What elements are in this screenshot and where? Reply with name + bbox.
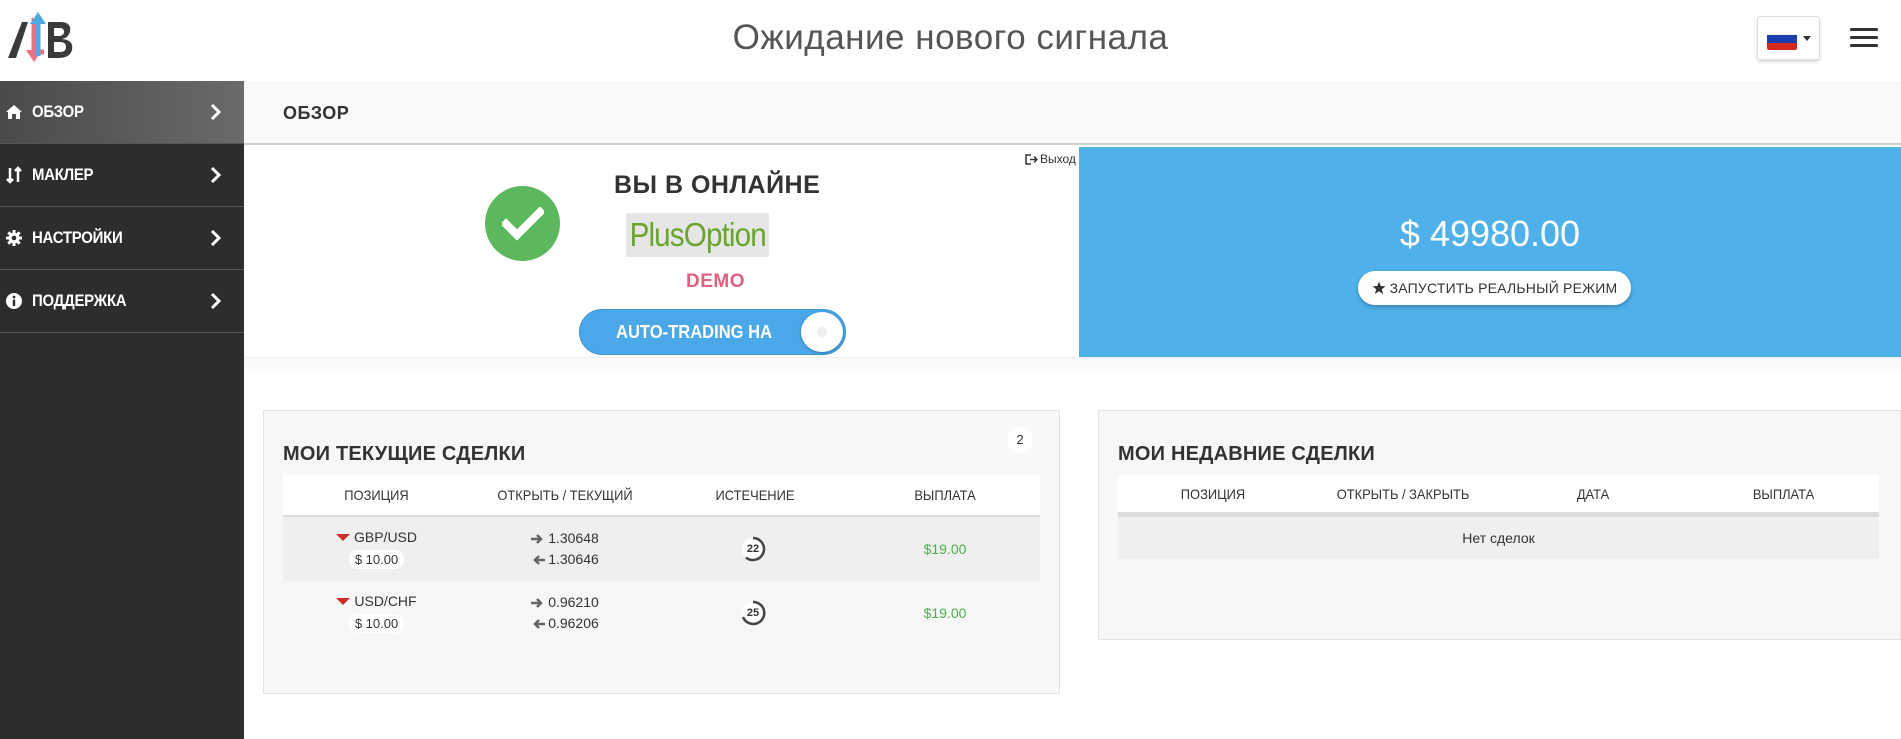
- breadcrumb-title: ОБЗОР: [283, 103, 350, 123]
- auto-trading-label: AUTO-TRADING НА: [616, 321, 773, 342]
- table-header: ПОЗИЦИЯ ОТКРЫТЬ / ЗАКРЫТЬ ДАТА ВЫПЛАТА: [1118, 475, 1879, 517]
- top-header: Ожидание нового сигнала: [0, 0, 1901, 81]
- column-header: ВЫПЛАТА: [914, 487, 976, 503]
- column-header: ДАТА: [1576, 485, 1610, 502]
- online-status-panel: ВЫ В ОНЛАЙНЕ PlusOption DEMO AUTO-TRADIN…: [244, 147, 1079, 357]
- caret-down-icon: [1803, 36, 1811, 41]
- start-real-mode-button[interactable]: ЗАПУСТИТЬ РЕАЛЬНЫЙ РЕЖИМ: [1358, 271, 1631, 305]
- current-trades-table: ПОЗИЦИЯ ОТКРЫТЬ / ТЕКУЩИЙ ИСТЕЧЕНИЕ ВЫПЛ…: [283, 475, 1040, 645]
- balance-amount: $ 49980.00: [1399, 213, 1581, 254]
- open-current-cell: 0.96210 0.96206: [470, 592, 660, 634]
- expiry-timer: 25: [740, 598, 770, 628]
- payout-value: $19.00: [923, 541, 967, 557]
- toggle-knob[interactable]: [801, 312, 843, 352]
- open-rate: 1.30648: [548, 530, 599, 546]
- current-rate: 0.96206: [548, 615, 599, 631]
- trade-count-badge: 2: [1007, 427, 1033, 453]
- column-header: ОТКРЫТЬ / ТЕКУЩИЙ: [497, 487, 633, 503]
- current-rate: 1.30646: [548, 551, 599, 567]
- open-current-cell: 1.30648 1.30646: [470, 528, 660, 570]
- open-rate: 0.96210: [548, 594, 599, 610]
- account-type-label: DEMO: [686, 271, 745, 292]
- arrow-left-icon: [533, 618, 546, 629]
- section-divider: [244, 357, 1901, 369]
- broker-logo-text: PlusOption: [629, 216, 766, 253]
- page-title: Ожидание нового сигнала: [732, 18, 1169, 57]
- auto-trading-toggle[interactable]: AUTO-TRADING НА: [579, 309, 846, 355]
- sidebar-item-label: НАСТРОЙКИ: [32, 228, 123, 247]
- sidebar: ОБЗОР МАКЛЕР НАСТРОЙКИ ПОДДЕРЖКА: [0, 81, 244, 739]
- current-trades-title: МОИ ТЕКУЩИЕ СДЕЛКИ: [283, 443, 526, 465]
- trade-amount: $ 10.00: [348, 550, 405, 569]
- check-icon: [485, 186, 560, 261]
- balance-panel: $ 49980.00 ЗАПУСТИТЬ РЕАЛЬНЫЙ РЕЖИМ: [1079, 147, 1901, 357]
- star-icon: [1372, 281, 1386, 294]
- expiry-cell: 25: [660, 598, 850, 628]
- recent-trades-table: ПОЗИЦИЯ ОТКРЫТЬ / ЗАКРЫТЬ ДАТА ВЫПЛАТА Н…: [1118, 475, 1879, 559]
- sidebar-item-label: ПОДДЕРЖКА: [32, 291, 127, 310]
- chevron-right-icon: [210, 103, 222, 121]
- chevron-right-icon: [210, 292, 222, 310]
- table-header: ПОЗИЦИЯ ОТКРЫТЬ / ТЕКУЩИЙ ИСТЕЧЕНИЕ ВЫПЛ…: [283, 475, 1040, 517]
- recent-trades-title: МОИ НЕДАВНИЕ СДЕЛКИ: [1118, 443, 1375, 465]
- direction-down-icon: [335, 533, 350, 541]
- position-cell: USD/CHF $ 10.00: [283, 593, 470, 633]
- expiry-seconds: 25: [746, 607, 760, 619]
- start-real-mode-label: ЗАПУСТИТЬ РЕАЛЬНЫЙ РЕЖИМ: [1389, 280, 1618, 296]
- home-icon: [4, 102, 24, 122]
- currency-pair: USD/CHF: [354, 593, 417, 609]
- sidebar-item-label: ОБЗОР: [32, 102, 84, 121]
- info-icon: [4, 291, 24, 311]
- column-header: ПОЗИЦИЯ: [344, 487, 409, 503]
- currency-pair: GBP/USD: [353, 529, 417, 545]
- trade-amount: $ 10.00: [348, 614, 405, 633]
- sort-arrows-icon: [4, 165, 24, 185]
- column-header: ПОЗИЦИЯ: [1180, 485, 1246, 502]
- arrow-left-icon: [533, 554, 546, 565]
- broker-logo: PlusOption: [626, 213, 769, 257]
- column-header: ОТКРЫТЬ / ЗАКРЫТЬ: [1336, 485, 1470, 502]
- russia-flag-icon: [1767, 28, 1797, 50]
- arrow-right-icon: [531, 597, 543, 608]
- hamburger-icon[interactable]: [1850, 28, 1878, 48]
- payout-value: $19.00: [923, 605, 967, 621]
- position-cell: GBP/USD $ 10.00: [283, 529, 470, 569]
- chevron-right-icon: [210, 229, 222, 247]
- empty-trades-message: Нет сделок: [1118, 517, 1879, 559]
- column-header: ВЫПЛАТА: [1752, 485, 1815, 502]
- chevron-right-icon: [210, 166, 222, 184]
- sidebar-item-support[interactable]: ПОДДЕРЖКА: [0, 270, 244, 333]
- column-header: ИСТЕЧЕНИЕ: [715, 487, 795, 503]
- sidebar-item-settings[interactable]: НАСТРОЙКИ: [0, 207, 244, 270]
- direction-down-icon: [336, 597, 351, 605]
- arrow-right-icon: [531, 533, 543, 544]
- table-row[interactable]: GBP/USD $ 10.00 1.30648 1.30646 22 $19.0…: [283, 517, 1040, 581]
- sidebar-item-label: МАКЛЕР: [32, 165, 94, 184]
- expiry-seconds: 22: [746, 543, 760, 555]
- table-row[interactable]: USD/CHF $ 10.00 0.96210 0.96206 25 $19.0…: [283, 581, 1040, 645]
- breadcrumb: ОБЗОР: [244, 81, 1901, 145]
- expiry-timer: 22: [740, 534, 770, 564]
- sidebar-item-broker[interactable]: МАКЛЕР: [0, 144, 244, 207]
- logout-link[interactable]: Выход: [1025, 152, 1076, 166]
- expiry-cell: 22: [660, 534, 850, 564]
- logout-label: Выход: [1040, 152, 1076, 166]
- current-trades-panel: МОИ ТЕКУЩИЕ СДЕЛКИ 2 ПОЗИЦИЯ ОТКРЫТЬ / Т…: [263, 410, 1060, 694]
- language-selector[interactable]: [1757, 16, 1820, 60]
- sidebar-item-overview[interactable]: ОБЗОР: [0, 81, 244, 144]
- recent-trades-panel: МОИ НЕДАВНИЕ СДЕЛКИ ПОЗИЦИЯ ОТКРЫТЬ / ЗА…: [1098, 410, 1901, 640]
- logout-icon: [1025, 153, 1038, 165]
- gear-icon: [4, 228, 24, 248]
- online-status-title: ВЫ В ОНЛАЙНЕ: [614, 171, 821, 199]
